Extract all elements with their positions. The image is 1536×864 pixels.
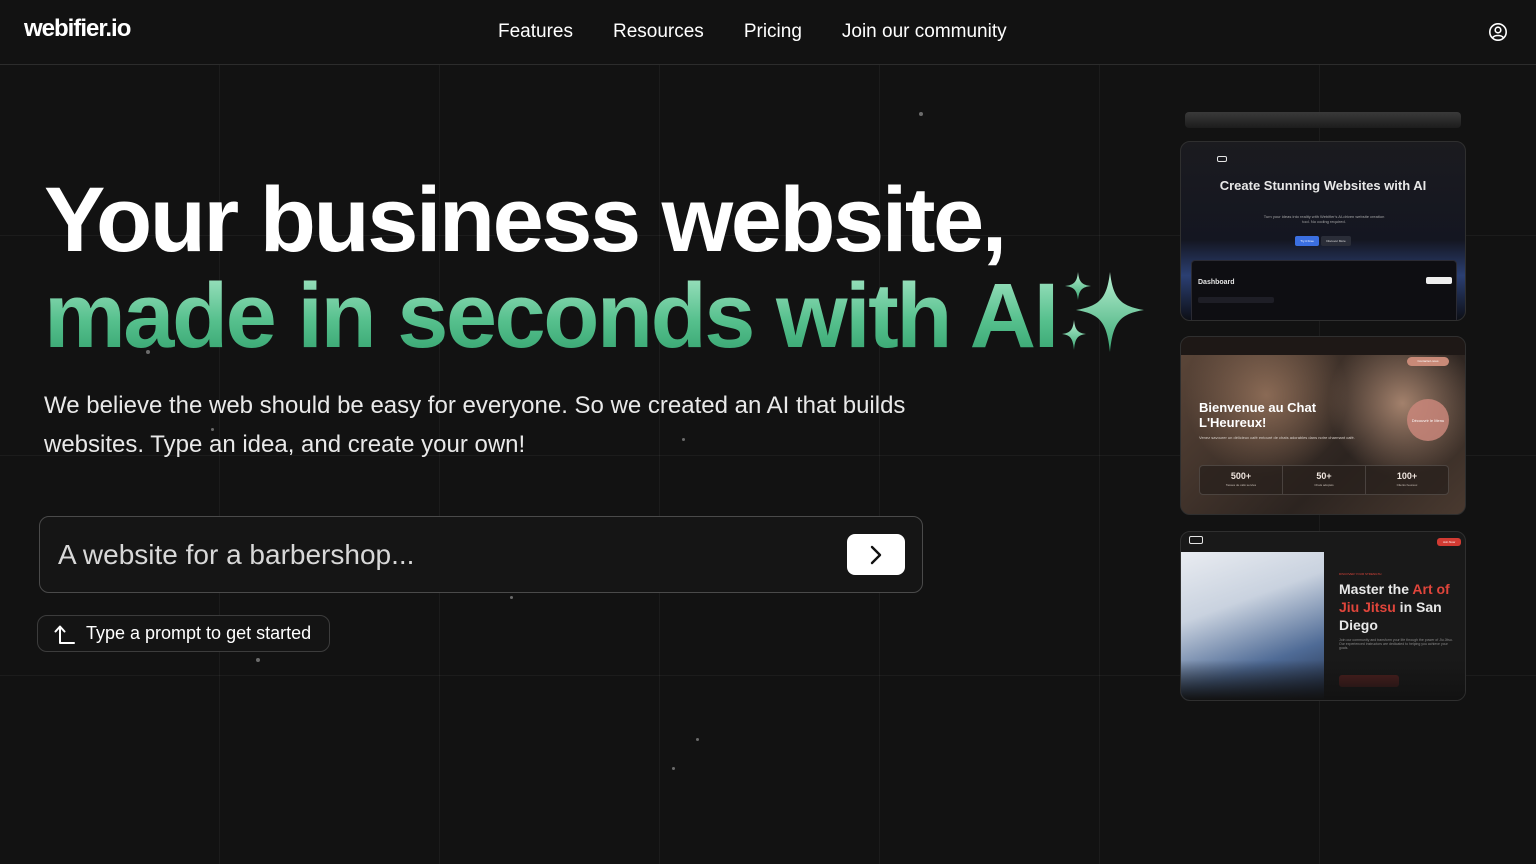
preview-card2-text: Venez savourer un délicieux café entouré… bbox=[1199, 435, 1355, 440]
preview-card3-kicker: DISCOVER YOUR STRENGTH bbox=[1339, 572, 1382, 576]
submit-prompt-button[interactable] bbox=[847, 534, 905, 575]
decor-dot bbox=[696, 738, 699, 741]
preview-card1-secondary-button: Discover More bbox=[1321, 236, 1351, 246]
preview-stat-label: Clients heureux bbox=[1396, 483, 1418, 487]
preview-card3-title: Master the Art of Jiu Jitsu in San Diego bbox=[1339, 580, 1459, 634]
prompt-input[interactable] bbox=[58, 535, 818, 575]
preview-stat-value: 50+ bbox=[1316, 471, 1332, 481]
preview-card2-cta: Contactez-nous bbox=[1407, 357, 1449, 366]
preview-nav bbox=[1181, 337, 1465, 365]
nav-community[interactable]: Join our community bbox=[842, 21, 1007, 43]
user-account-icon[interactable] bbox=[1488, 22, 1508, 42]
preview-dashboard-title: Dashboard bbox=[1198, 279, 1235, 286]
preview-nav bbox=[1181, 532, 1465, 550]
preview-stack-edge bbox=[1185, 112, 1461, 128]
preview-card1-subtitle: Turn your ideas into reality with Webifi… bbox=[1263, 214, 1385, 224]
preview-card1-primary-button: Try it Free bbox=[1295, 236, 1319, 246]
preview-card-ai-site[interactable]: Create Stunning Websites with AI Turn yo… bbox=[1180, 141, 1466, 321]
preview-stat: 500+ Tasses de café servies bbox=[1200, 466, 1283, 494]
preview-stat-label: Tasses de café servies bbox=[1225, 483, 1257, 487]
hero-title-line2: made in seconds with AI bbox=[44, 265, 1059, 367]
preview-card3-text: Join our community and transform your li… bbox=[1339, 638, 1453, 650]
preview-card3-join: Join Now bbox=[1437, 538, 1461, 546]
nav-features[interactable]: Features bbox=[498, 21, 573, 43]
prompt-box bbox=[39, 516, 923, 593]
preview-card2-title: Bienvenue au Chat L'Heureux! bbox=[1199, 400, 1317, 430]
main-nav: Features Resources Pricing Join our comm… bbox=[498, 21, 1007, 43]
prompt-hint-text: Type a prompt to get started bbox=[86, 623, 312, 643]
preview-card1-title: Create Stunning Websites with AI bbox=[1219, 178, 1427, 193]
preview-fade bbox=[1181, 660, 1465, 700]
site-header: webifier.io Features Resources Pricing J… bbox=[0, 0, 1536, 65]
preview-card-jiu-jitsu[interactable]: Join Now DISCOVER YOUR STRENGTH Master t… bbox=[1180, 531, 1466, 701]
preview-stat-value: 500+ bbox=[1230, 471, 1252, 481]
nav-pricing[interactable]: Pricing bbox=[744, 21, 802, 43]
logo[interactable]: webifier.io bbox=[24, 15, 131, 43]
chevron-right-icon bbox=[870, 545, 882, 564]
preview-nav bbox=[1181, 142, 1465, 162]
decor-dot bbox=[510, 596, 513, 599]
preview-logo-icon bbox=[1217, 156, 1227, 162]
preview-card3-title-a: Master the bbox=[1339, 581, 1413, 597]
preview-logo-icon bbox=[1189, 536, 1203, 544]
preview-dashboard-download bbox=[1426, 277, 1452, 284]
preview-stat-label: Chats adoptés bbox=[1314, 483, 1334, 487]
nav-resources[interactable]: Resources bbox=[613, 21, 704, 43]
preview-dashboard: Dashboard bbox=[1191, 260, 1457, 320]
preview-stat: 100+ Clients heureux bbox=[1366, 466, 1448, 494]
preview-card2-stats: 500+ Tasses de café servies 50+ Chats ad… bbox=[1199, 465, 1449, 495]
preview-card2-badge: Découvrir le Menu bbox=[1407, 399, 1449, 441]
decor-dot bbox=[919, 112, 923, 116]
preview-stat: 50+ Chats adoptés bbox=[1283, 466, 1366, 494]
prompt-hint: Type a prompt to get started bbox=[37, 615, 331, 652]
decor-dot bbox=[256, 658, 260, 662]
decor-dot bbox=[672, 767, 675, 770]
arrow-up-turn-icon bbox=[54, 625, 75, 644]
hero-subtitle: We believe the web should be easy for ev… bbox=[44, 392, 906, 458]
preview-dashboard-tabs bbox=[1198, 297, 1274, 303]
sparkles-icon bbox=[1062, 272, 1144, 352]
preview-stat-value: 100+ bbox=[1396, 471, 1418, 481]
preview-card-cat-cafe[interactable]: Contactez-nous Bienvenue au Chat L'Heure… bbox=[1180, 336, 1466, 515]
hero-title-line1: Your business website, bbox=[44, 169, 1007, 271]
